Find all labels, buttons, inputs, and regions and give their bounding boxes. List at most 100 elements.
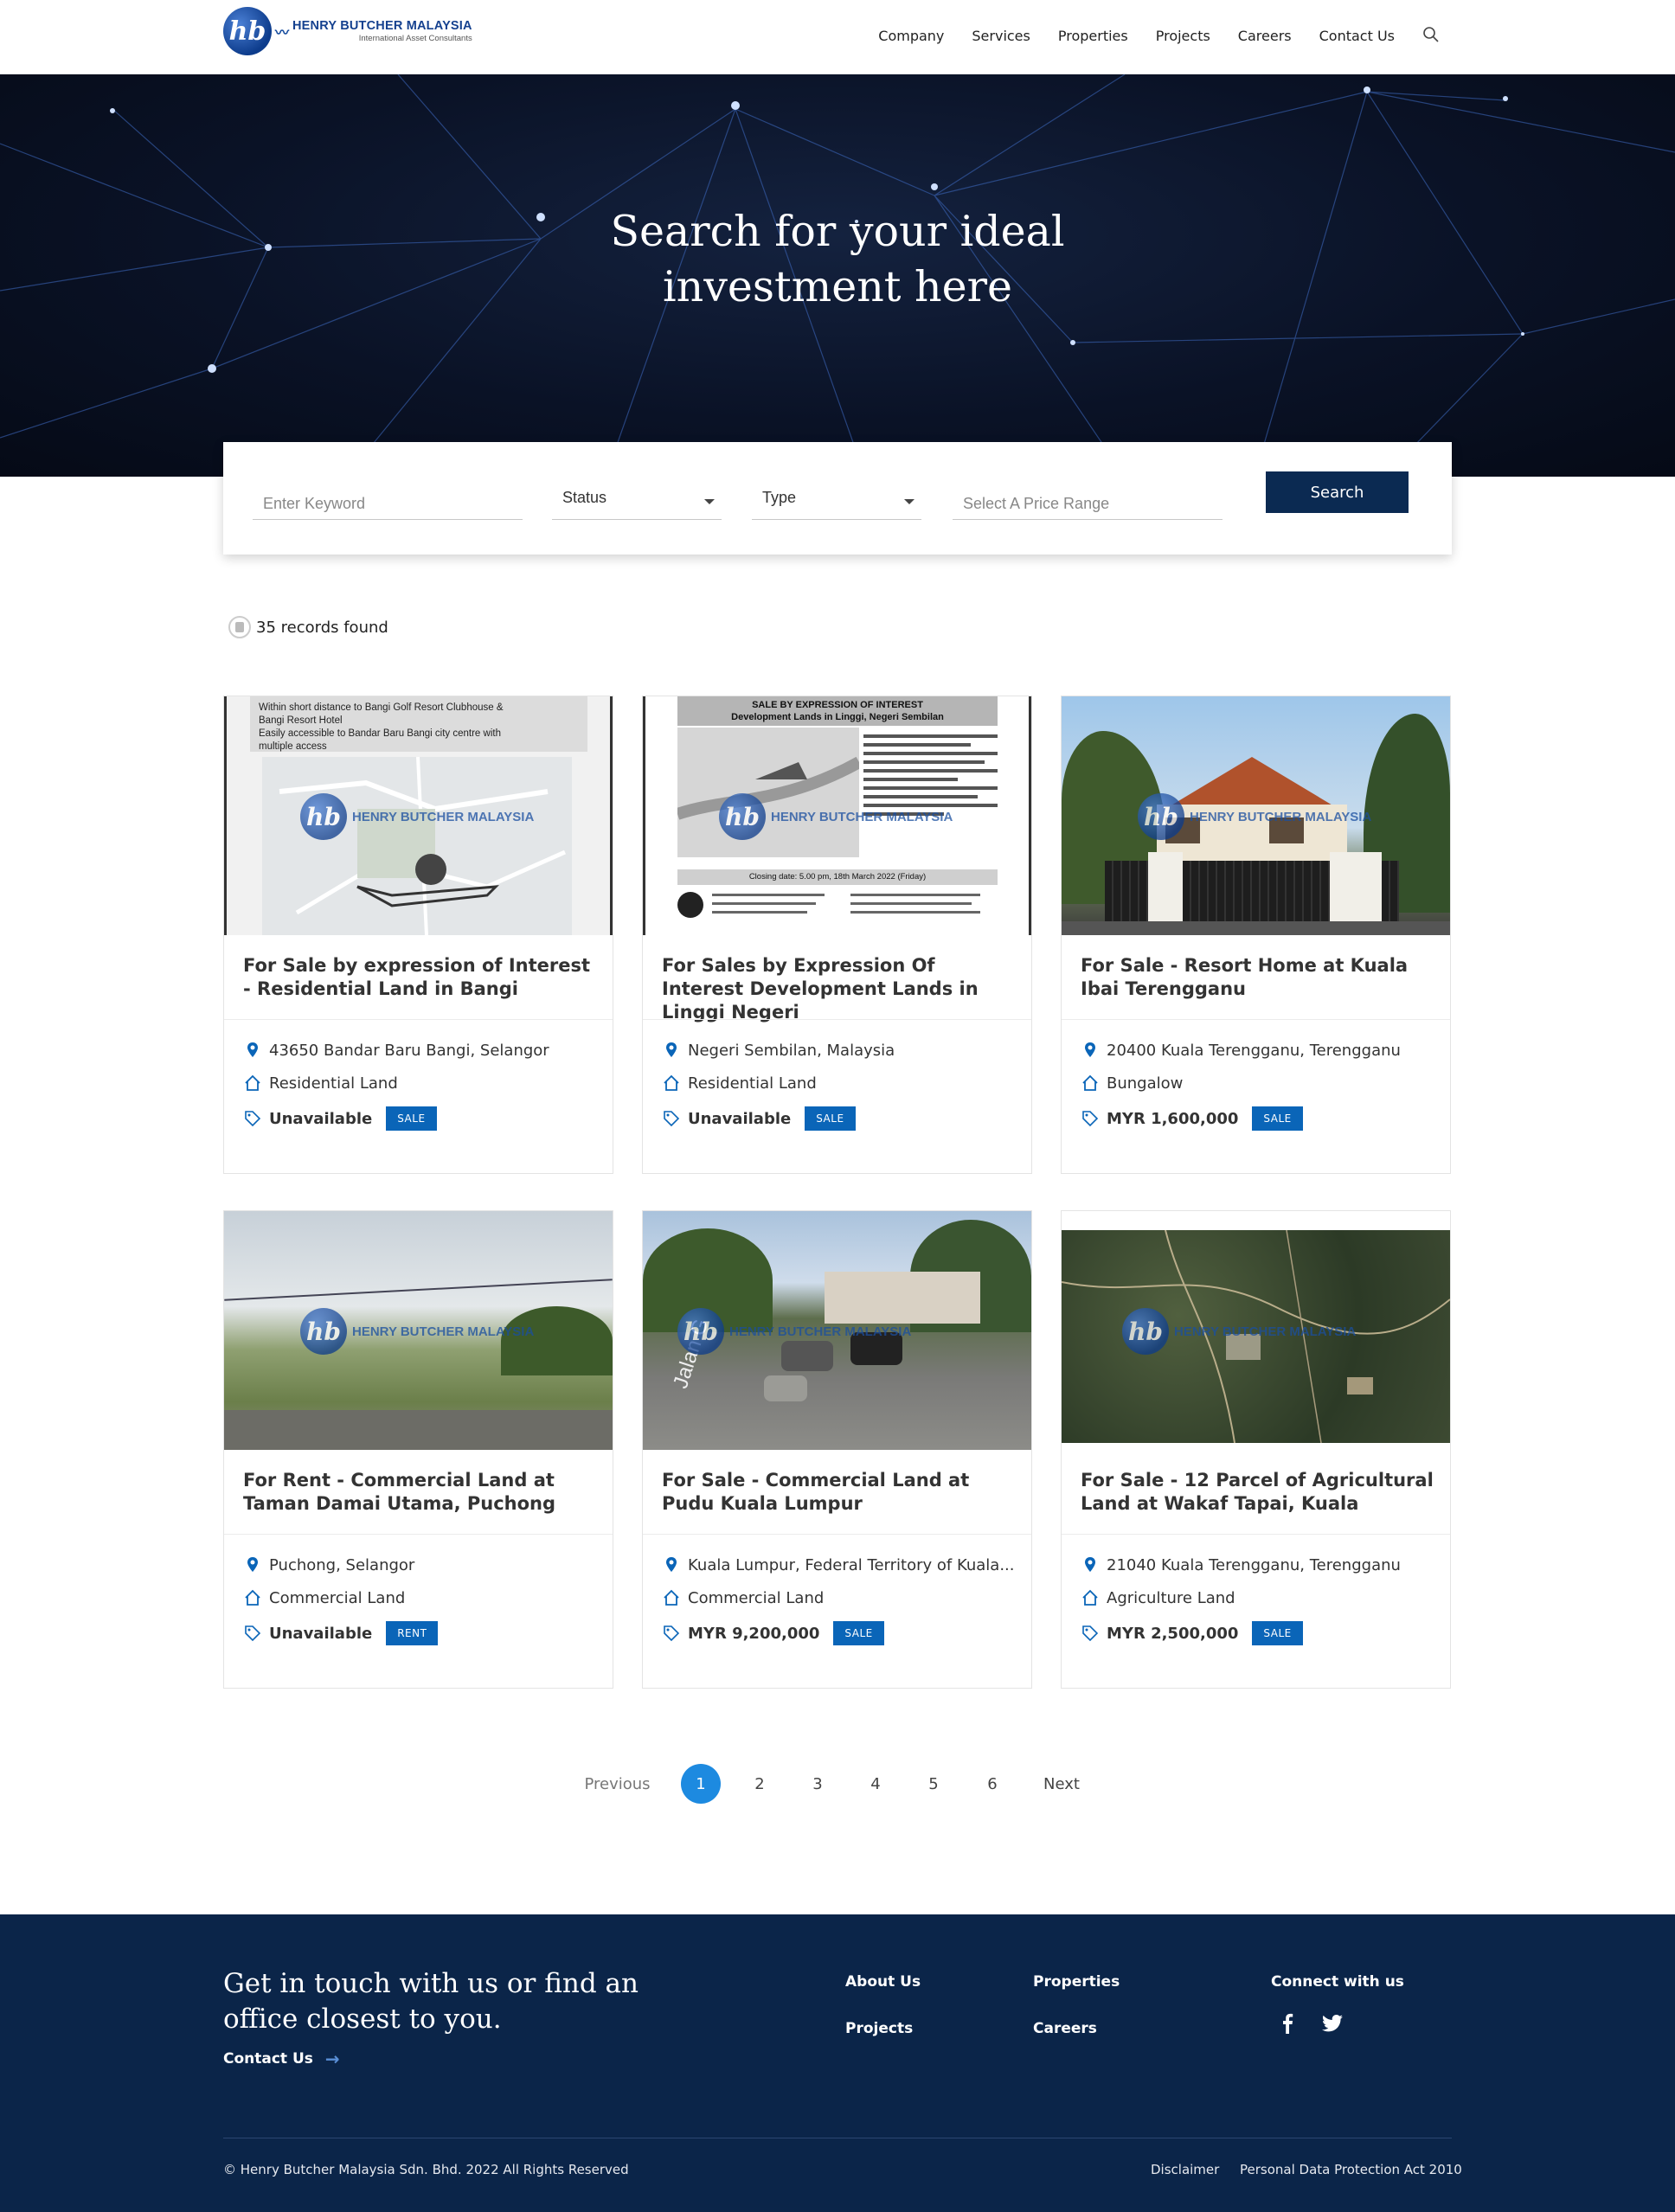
listing-price: MYR 9,200,000 SALE	[662, 1621, 884, 1645]
watermark-mark: hb	[1138, 793, 1184, 840]
listing-price: Unavailable SALE	[662, 1106, 856, 1131]
listing-title[interactable]: For Sales by Expression Of Interest Deve…	[662, 954, 1017, 1024]
listing-image[interactable]: Within short distance to Bangi Golf Reso…	[224, 696, 613, 935]
footer-link-projects[interactable]: Projects	[845, 2020, 913, 2037]
listing-type: Commercial Land	[662, 1588, 824, 1607]
listing-card[interactable]: hb HENRY BUTCHER MALAYSIA For Sale - Res…	[1061, 696, 1451, 1174]
watermark-text: HENRY BUTCHER MALAYSIA	[729, 1324, 912, 1339]
footer-headline: Get in touch with us or find an office c…	[223, 1968, 639, 2035]
listing-image[interactable]: hb HENRY BUTCHER MALAYSIA	[1062, 696, 1450, 935]
listing-card[interactable]: hb HENRY BUTCHER MALAYSIA For Sale - 12 …	[1061, 1210, 1451, 1689]
price-tag-icon	[245, 1625, 261, 1642]
top-navbar: hb 〰 HENRY BUTCHER MALAYSIA Internationa…	[0, 0, 1675, 74]
nav-company[interactable]: Company	[878, 28, 944, 44]
location-text: Kuala Lumpur, Federal Territory of Kuala…	[688, 1555, 1015, 1574]
listing-location: 43650 Bandar Baru Bangi, Selangor	[243, 1041, 549, 1060]
card-divider	[1062, 1019, 1450, 1020]
nav-services[interactable]: Services	[972, 28, 1030, 44]
brochure-line: Easily accessible to Bandar Baru Bangi c…	[259, 728, 501, 739]
watermark: hb HENRY BUTCHER MALAYSIA	[677, 1308, 911, 1355]
pagination-previous[interactable]: Previous	[584, 1764, 650, 1804]
brochure-line: multiple access	[259, 741, 327, 752]
home-icon	[664, 1589, 679, 1606]
search-icon[interactable]	[1422, 26, 1441, 45]
watermark: hb HENRY BUTCHER MALAYSIA	[300, 1308, 534, 1355]
status-select[interactable]: Status	[552, 475, 722, 520]
watermark-text: HENRY BUTCHER MALAYSIA	[352, 1324, 535, 1339]
home-icon	[1082, 1074, 1098, 1091]
map-pin-icon	[1085, 1557, 1095, 1572]
twitter-icon[interactable]	[1322, 2015, 1343, 2036]
map-pin-icon	[666, 1042, 677, 1057]
pagination-page[interactable]: 4	[856, 1764, 895, 1804]
logo-wave-icon: 〰	[275, 24, 290, 41]
watermark-mark: hb	[677, 1308, 724, 1355]
keyword-input[interactable]	[253, 475, 523, 520]
listing-location: Kuala Lumpur, Federal Territory of Kuala…	[662, 1555, 1014, 1574]
footer-link-about-us[interactable]: About Us	[845, 1973, 921, 1991]
footer-link-careers[interactable]: Careers	[1033, 2020, 1097, 2037]
records-icon	[228, 616, 251, 638]
watermark-mark: hb	[300, 1308, 347, 1355]
pagination-page[interactable]: 2	[740, 1764, 780, 1804]
watermark-text: HENRY BUTCHER MALAYSIA	[771, 809, 953, 824]
watermark: hb HENRY BUTCHER MALAYSIA	[1122, 1308, 1356, 1355]
records-count: 35 records found	[228, 616, 388, 638]
brochure-line: Within short distance to Bangi Golf Reso…	[259, 702, 504, 713]
listing-title[interactable]: For Sale - 12 Parcel of Agricultural Lan…	[1081, 1469, 1435, 1516]
nav-contact-us[interactable]: Contact Us	[1319, 28, 1395, 44]
listing-image[interactable]: hb HENRY BUTCHER MALAYSIA	[1062, 1211, 1450, 1450]
listing-price: Unavailable SALE	[243, 1106, 437, 1131]
pagination-page[interactable]: 5	[914, 1764, 953, 1804]
listing-title[interactable]: For Rent - Commercial Land at Taman Dama…	[243, 1469, 598, 1516]
pagination-next[interactable]: Next	[1040, 1764, 1083, 1804]
watermark: hb HENRY BUTCHER MALAYSIA	[719, 793, 953, 840]
listing-title[interactable]: For Sale - Commercial Land at Pudu Kuala…	[662, 1469, 1017, 1516]
pagination-page[interactable]: 1	[681, 1764, 721, 1804]
footer-link-properties[interactable]: Properties	[1033, 1973, 1120, 1991]
listing-card[interactable]: Within short distance to Bangi Golf Reso…	[223, 696, 613, 1174]
listing-title[interactable]: For Sale - Resort Home at Kuala Ibai Ter…	[1081, 954, 1435, 1001]
listing-location: Negeri Sembilan, Malaysia	[662, 1041, 895, 1060]
type-text: Residential Land	[688, 1074, 817, 1093]
price-text: MYR 2,500,000	[1107, 1624, 1239, 1643]
brand-tagline: International Asset Consultants	[358, 34, 472, 43]
location-text: 43650 Bandar Baru Bangi, Selangor	[269, 1041, 549, 1060]
facebook-icon[interactable]	[1279, 2013, 1296, 2037]
search-button[interactable]: Search	[1266, 471, 1409, 513]
footer-contact-link[interactable]: Contact Us →	[223, 2049, 340, 2069]
price-text: MYR 1,600,000	[1107, 1109, 1239, 1128]
listing-image[interactable]: Jalan G hb HENRY BUTCHER MALAYSIA	[643, 1211, 1031, 1450]
price-tag-icon	[664, 1111, 680, 1127]
hero-banner: Search for your ideal investment here	[0, 74, 1675, 477]
nav-careers[interactable]: Careers	[1238, 28, 1292, 44]
price-range-input[interactable]	[953, 475, 1223, 520]
listing-card[interactable]: Jalan G hb HENRY BUTCHER MALAYSIA For Sa…	[642, 1210, 1032, 1689]
listing-image[interactable]: SALE BY EXPRESSION OF INTEREST Developme…	[643, 696, 1031, 935]
listing-card[interactable]: hb HENRY BUTCHER MALAYSIA For Rent - Com…	[223, 1210, 613, 1689]
property-search-panel: Status Type Search	[223, 442, 1452, 555]
footer-link-disclaimer[interactable]: Disclaimer	[1151, 2162, 1219, 2177]
pagination-page[interactable]: 6	[972, 1764, 1012, 1804]
nav-projects[interactable]: Projects	[1156, 28, 1210, 44]
status-badge: SALE	[386, 1106, 437, 1131]
price-tag-icon	[1082, 1625, 1099, 1642]
watermark-mark: hb	[1122, 1308, 1169, 1355]
listing-type: Agriculture Land	[1081, 1588, 1235, 1607]
pagination-page[interactable]: 3	[798, 1764, 838, 1804]
type-select[interactable]: Type	[752, 475, 921, 520]
hero-title-line1: Search for your ideal	[610, 207, 1065, 256]
type-text: Bungalow	[1107, 1074, 1184, 1093]
footer-link-pdpa[interactable]: Personal Data Protection Act 2010	[1240, 2162, 1462, 2177]
chevron-down-icon	[904, 499, 915, 504]
footer-contact-label: Contact Us	[223, 2050, 313, 2068]
brand-logo[interactable]: hb 〰 HENRY BUTCHER MALAYSIA Internationa…	[223, 7, 472, 55]
listing-title[interactable]: For Sale by expression of Interest - Res…	[243, 954, 598, 1001]
listing-type: Commercial Land	[243, 1588, 405, 1607]
brand-name: HENRY BUTCHER MALAYSIA	[292, 19, 472, 33]
listing-card[interactable]: SALE BY EXPRESSION OF INTEREST Developme…	[642, 696, 1032, 1174]
price-text: MYR 9,200,000	[688, 1624, 820, 1643]
map-pin-icon	[247, 1557, 258, 1572]
nav-properties[interactable]: Properties	[1058, 28, 1128, 44]
listing-image[interactable]: hb HENRY BUTCHER MALAYSIA	[224, 1211, 613, 1450]
